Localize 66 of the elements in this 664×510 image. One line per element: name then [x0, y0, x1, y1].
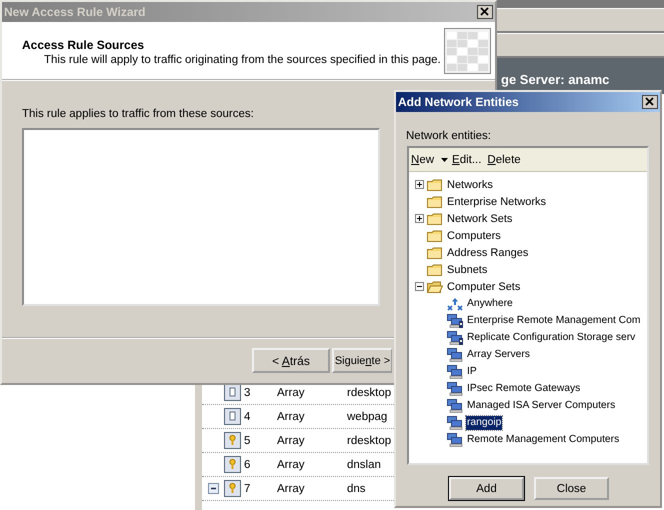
rule-source: Array — [277, 482, 306, 494]
folder-icon — [427, 246, 443, 260]
next-button[interactable]: Siguiente > — [332, 348, 392, 373]
tree-item[interactable]: Address Ranges — [446, 246, 530, 260]
tree-item[interactable]: Computer Sets — [446, 280, 522, 294]
rule-source: Array — [277, 434, 306, 446]
page-title: Access Rule Sources — [22, 38, 146, 52]
dialog-title: Add Network Entities — [398, 95, 519, 109]
locked-computers-icon — [447, 330, 463, 344]
console-title: ge Server: anamc — [501, 72, 610, 89]
tree-item[interactable]: Network Sets — [446, 212, 514, 226]
computers-icon — [447, 432, 463, 446]
locked-computers-icon — [447, 314, 463, 328]
computers-icon — [447, 364, 463, 378]
rule-order: 3 — [244, 386, 252, 398]
rule-source: Array — [277, 458, 306, 470]
tree-item[interactable]: Array Servers — [466, 348, 531, 362]
page-description: This rule will apply to traffic originating from the sources specified in this page. — [43, 54, 441, 66]
computers-icon — [447, 398, 463, 412]
entities-label: Network entities: — [405, 129, 492, 144]
toolbar-button[interactable]: Edit... — [452, 154, 482, 166]
folder-icon — [427, 212, 443, 226]
rule-order: 4 — [244, 410, 252, 422]
arrows-icon — [447, 296, 463, 310]
sources-label: This rule applies to traffic from these sources: — [22, 108, 255, 120]
rule-order: 6 — [244, 458, 252, 470]
rule-name: rdesktop — [347, 434, 392, 446]
open-folder-icon — [427, 280, 443, 294]
folder-icon — [427, 194, 443, 208]
tree-item[interactable]: Enterprise Networks — [446, 194, 548, 208]
rule-name: webpag — [347, 410, 388, 422]
tree-item[interactable]: Managed ISA Server Computers — [466, 398, 616, 412]
computers-icon — [447, 382, 463, 396]
computers-icon — [447, 416, 463, 430]
folder-icon — [427, 228, 443, 242]
rule-name: rdesktop — [347, 386, 392, 398]
tree-item[interactable]: rangoip — [466, 416, 502, 430]
folder-icon — [427, 178, 443, 192]
rule-name: dns — [347, 482, 366, 494]
computers-icon — [447, 348, 463, 362]
close-icon[interactable] — [642, 95, 658, 109]
window-title: New Access Rule Wizard — [4, 5, 146, 19]
toolbar-button[interactable]: Delete — [487, 154, 521, 166]
rule-source: Array — [277, 410, 306, 422]
tree-item[interactable]: Remote Management Computers — [466, 432, 620, 446]
tree-item[interactable]: Anywhere — [466, 296, 514, 310]
tree-item[interactable]: Replicate Configuration Storage serv — [466, 330, 636, 344]
collapse-icon[interactable] — [415, 282, 424, 291]
expand-icon[interactable] — [415, 180, 424, 189]
expand-icon[interactable] — [415, 214, 424, 223]
tree-item[interactable]: Enterprise Remote Management Com — [466, 314, 642, 328]
folder-icon — [427, 262, 443, 276]
tree-item[interactable]: Networks — [446, 178, 494, 192]
rule-name: dnslan — [347, 458, 381, 470]
wizard-graphic-icon — [444, 28, 491, 74]
toolbar-button[interactable]: New — [411, 154, 434, 166]
back-button[interactable]: < Atrás — [252, 348, 330, 373]
tree-item[interactable]: IP — [466, 364, 478, 378]
rule-source: Array — [277, 386, 306, 398]
tree-item[interactable]: Computers — [446, 228, 502, 242]
rule-order: 5 — [244, 434, 252, 446]
close-button[interactable]: Close — [534, 477, 609, 500]
rule-order: 7 — [244, 482, 252, 494]
add-button[interactable]: Add — [449, 477, 524, 500]
tree-item[interactable]: Subnets — [446, 262, 488, 276]
tree-item[interactable]: IPsec Remote Gateways — [466, 382, 582, 396]
